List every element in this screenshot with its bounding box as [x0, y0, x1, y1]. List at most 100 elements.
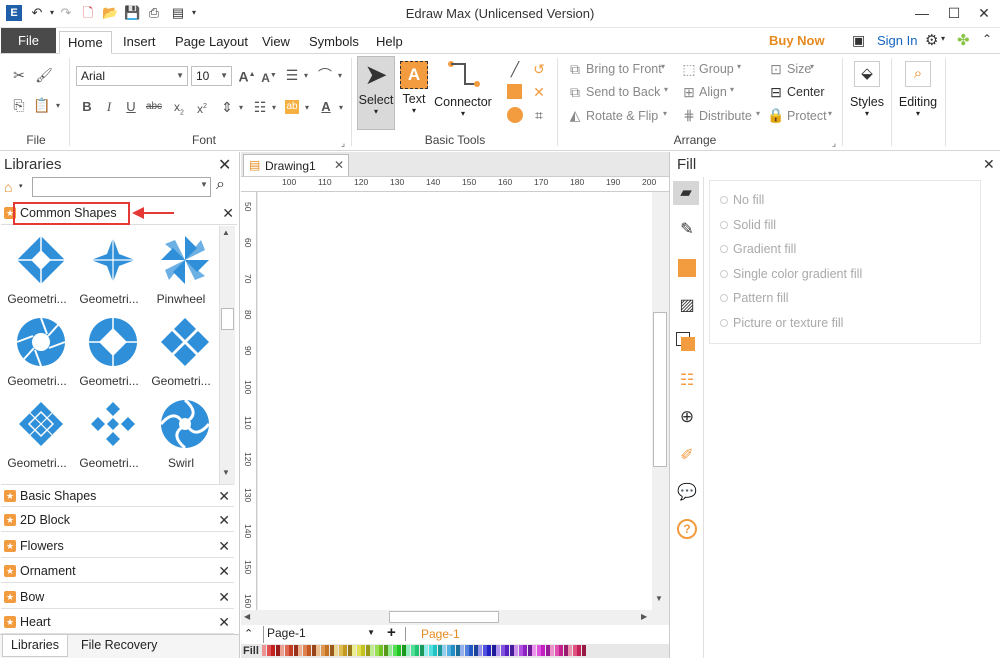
- close-fill-panel-icon[interactable]: ✕: [983, 156, 995, 173]
- color-swatch[interactable]: [329, 645, 334, 656]
- protect-icon[interactable]: 🔒: [767, 106, 785, 124]
- color-swatch[interactable]: [581, 645, 586, 656]
- color-swatch[interactable]: [352, 645, 356, 656]
- tab-file[interactable]: File: [1, 28, 56, 53]
- shapes-scrollbar[interactable]: ▲ ▼: [219, 226, 235, 484]
- color-swatch[interactable]: [392, 645, 397, 656]
- font-dialog-launcher-icon[interactable]: ⌟: [334, 134, 352, 152]
- settings-gear-icon[interactable]: ⚙: [925, 31, 938, 49]
- color-swatch[interactable]: [266, 645, 271, 656]
- color-swatch[interactable]: [356, 645, 361, 656]
- color-swatch[interactable]: [293, 645, 298, 656]
- comment-icon[interactable]: 💬: [676, 482, 698, 504]
- paragraph-spacing-dropdown-icon[interactable]: ▾: [232, 99, 250, 117]
- note-icon[interactable]: ✐: [676, 445, 698, 467]
- line-tool-icon[interactable]: ╱: [506, 60, 524, 78]
- color-swatch[interactable]: [478, 645, 482, 656]
- color-swatch[interactable]: [343, 645, 347, 656]
- color-swatch[interactable]: [469, 645, 473, 656]
- close-library-icon[interactable]: ✕: [218, 560, 230, 582]
- scroll-down-icon[interactable]: ▼: [222, 468, 230, 477]
- library-home-dropdown-icon[interactable]: ▾: [19, 182, 23, 190]
- protect-button[interactable]: Protect: [787, 109, 827, 123]
- page-dropdown[interactable]: Page-1 ▼: [263, 626, 377, 643]
- color-swatch[interactable]: [271, 645, 275, 656]
- shape-geometric-4[interactable]: Geometri...: [75, 316, 143, 396]
- shape-geometric-5[interactable]: Geometri...: [147, 316, 215, 396]
- close-document-icon[interactable]: ✕: [334, 158, 344, 172]
- tab-page-layout[interactable]: Page Layout: [167, 31, 256, 54]
- line-pen-icon[interactable]: ✎: [676, 219, 698, 241]
- align-icon[interactable]: ⊞: [680, 83, 698, 101]
- color-swatch[interactable]: [406, 645, 410, 656]
- group-dropdown-icon[interactable]: ▾: [737, 62, 741, 71]
- fill-option-gradient[interactable]: Gradient fill: [720, 242, 796, 256]
- library-home-icon[interactable]: ⌂: [4, 179, 12, 195]
- color-swatch[interactable]: [572, 645, 577, 656]
- shrink-font-icon[interactable]: A▼: [260, 67, 278, 85]
- fill-option-no-fill[interactable]: No fill: [720, 193, 764, 207]
- text-highlight-dropdown-icon[interactable]: ▾: [298, 99, 316, 117]
- format-painter-icon[interactable]: 🖌: [35, 66, 53, 84]
- page-bar-collapse-icon[interactable]: ⌃: [244, 627, 253, 640]
- color-swatch[interactable]: [491, 645, 496, 656]
- close-libraries-icon[interactable]: ✕: [218, 155, 231, 175]
- color-swatch[interactable]: [577, 645, 581, 656]
- protect-dropdown-icon[interactable]: ▾: [828, 109, 832, 118]
- rotate-flip-button[interactable]: Rotate & Flip: [586, 109, 658, 123]
- buy-now-link[interactable]: Buy Now: [769, 33, 825, 48]
- shape-geometric-3[interactable]: Geometri...: [3, 316, 71, 396]
- color-swatch[interactable]: [383, 645, 388, 656]
- color-swatch[interactable]: [415, 645, 419, 656]
- horizontal-scrollbar-thumb[interactable]: [389, 611, 499, 623]
- color-swatch[interactable]: [518, 645, 523, 656]
- connector-tool-button[interactable]: Connector ▾: [433, 56, 493, 130]
- color-swatch[interactable]: [433, 645, 437, 656]
- color-swatch[interactable]: [487, 645, 491, 656]
- rotate-flip-dropdown-icon[interactable]: ▾: [663, 109, 667, 118]
- library-flowers[interactable]: ★ Flowers ✕: [1, 535, 234, 558]
- fill-bucket-icon[interactable]: ▰: [673, 181, 699, 205]
- color-swatch[interactable]: [424, 645, 428, 656]
- color-swatch[interactable]: [280, 645, 284, 656]
- tab-file-recovery[interactable]: File Recovery: [81, 638, 157, 652]
- close-library-icon[interactable]: ✕: [218, 509, 230, 531]
- center-icon[interactable]: ⊟: [767, 83, 785, 101]
- shape-geometric-2[interactable]: Geometri...: [75, 234, 143, 314]
- feedback-icon[interactable]: ▣: [852, 32, 865, 49]
- color-swatch[interactable]: [482, 645, 487, 656]
- select-tool-button[interactable]: ➤ Select ▾: [357, 56, 395, 130]
- color-swatch[interactable]: [338, 645, 343, 656]
- rectangle-tool-icon[interactable]: [506, 83, 524, 101]
- bring-to-front-icon[interactable]: ⧉: [566, 60, 584, 78]
- scroll-down-icon[interactable]: ▼: [655, 594, 663, 603]
- sign-in-link[interactable]: Sign In: [877, 33, 917, 48]
- canvas-vertical-scrollbar[interactable]: ▼: [652, 192, 669, 610]
- cut-icon[interactable]: ✂: [10, 66, 28, 84]
- font-size-select[interactable]: 10 ▼: [191, 66, 232, 86]
- shape-swirl[interactable]: Swirl: [147, 398, 215, 478]
- color-swatch[interactable]: [379, 645, 383, 656]
- color-swatch[interactable]: [559, 645, 563, 656]
- library-heart[interactable]: ★ Heart ✕: [1, 611, 234, 634]
- color-swatch[interactable]: [334, 645, 338, 656]
- crop-tool-icon[interactable]: ⌗: [530, 106, 548, 124]
- add-page-icon[interactable]: +: [387, 624, 396, 641]
- library-search-input[interactable]: [32, 177, 211, 197]
- grow-font-icon[interactable]: A▲: [238, 66, 256, 85]
- scroll-up-icon[interactable]: ▲: [222, 228, 230, 237]
- size-dropdown-icon[interactable]: ▾: [810, 62, 814, 71]
- color-swatch[interactable]: [437, 645, 442, 656]
- underline-icon[interactable]: U: [122, 98, 140, 116]
- page-tab-active[interactable]: Page-1: [421, 627, 460, 641]
- color-swatch[interactable]: [527, 645, 532, 656]
- image-icon[interactable]: ▨: [676, 295, 698, 317]
- group-icon[interactable]: ⬚: [680, 60, 698, 78]
- send-to-back-button[interactable]: Send to Back: [586, 85, 660, 99]
- copy-icon[interactable]: ⎘: [10, 96, 28, 114]
- cross-tool-icon[interactable]: ✕: [530, 83, 548, 101]
- fill-option-solid[interactable]: Solid fill: [720, 218, 776, 232]
- bring-to-front-dropdown-icon[interactable]: ▾: [661, 62, 665, 71]
- layer-icon[interactable]: [676, 332, 698, 354]
- color-swatch[interactable]: [496, 645, 500, 656]
